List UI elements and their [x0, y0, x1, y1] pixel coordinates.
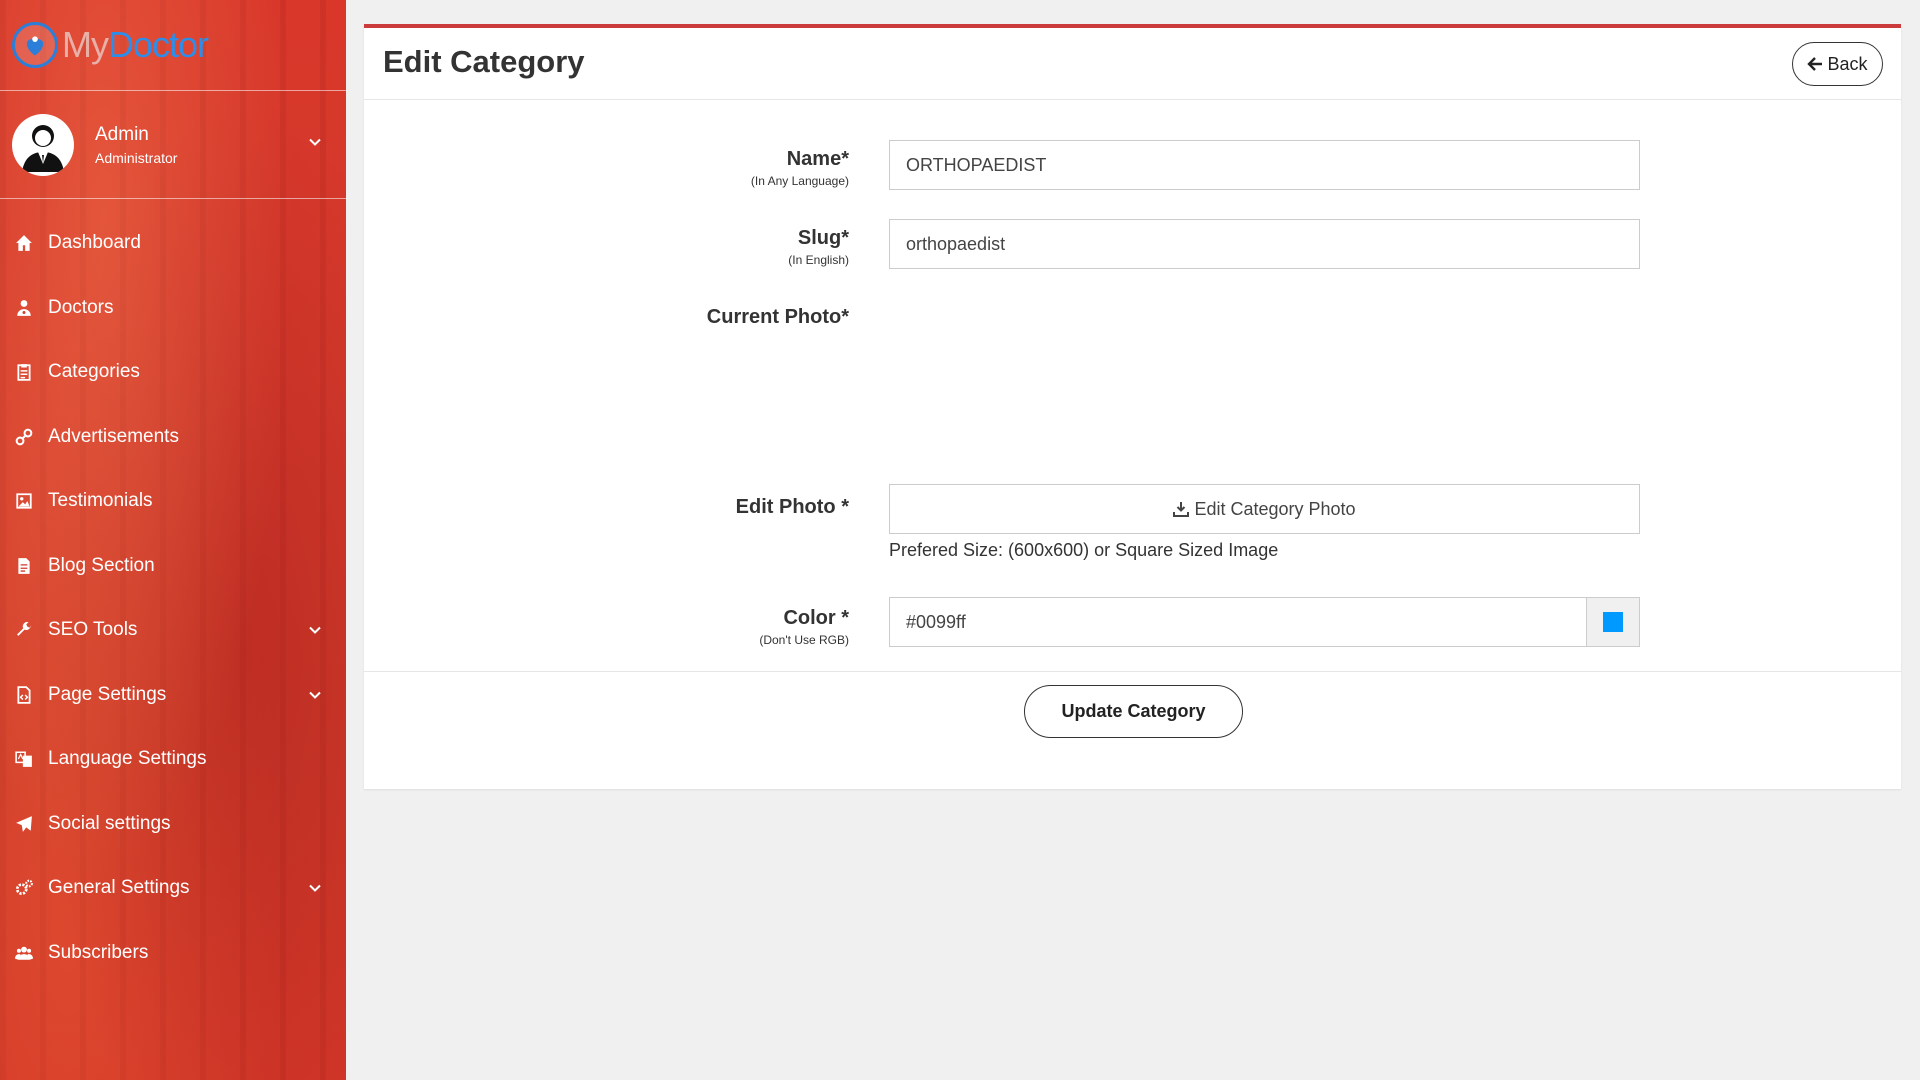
sidebar-item-dashboard[interactable]: Dashboard — [0, 211, 346, 276]
sidebar-item-label: Testimonials — [48, 490, 153, 512]
edit-category-panel: Edit Category Back Name* (In Any Languag… — [364, 24, 1901, 789]
current-photo-label: Current Photo* — [706, 306, 849, 328]
sidebar-item-label: Categories — [48, 361, 140, 383]
sidebar-item-label: Blog Section — [48, 554, 155, 576]
sidebar-item-label: Advertisements — [48, 425, 179, 447]
sidebar-item-testimonials[interactable]: Testimonials — [0, 469, 346, 534]
users-icon — [14, 943, 34, 963]
sidebar-menu: Dashboard Doctors Categories Advertisements… — [0, 199, 346, 985]
chevron-down-icon[interactable] — [308, 135, 322, 149]
back-button-label: Back — [1827, 53, 1868, 74]
clipboard-icon — [14, 362, 34, 382]
sidebar-item-categories[interactable]: Categories — [0, 340, 346, 405]
sidebar-item-label: Subscribers — [48, 941, 149, 963]
logo[interactable]: MyDoctor — [0, 0, 346, 91]
chevron-down-icon — [309, 627, 321, 635]
file-icon — [14, 556, 34, 576]
panel-footer — [364, 671, 1901, 672]
sidebar-item-label: Doctors — [48, 296, 114, 318]
user-panel[interactable]: Admin Administrator — [0, 91, 346, 199]
sidebar-item-doctors[interactable]: Doctors — [0, 276, 346, 341]
name-sublabel: (In Any Language) — [750, 174, 849, 188]
back-button[interactable]: Back — [1792, 42, 1883, 86]
sidebar-item-label: Social settings — [48, 812, 171, 834]
user-role: Administrator — [95, 149, 178, 166]
home-icon — [14, 233, 34, 253]
panel-header: Edit Category Back — [364, 28, 1901, 100]
sidebar-item-general-settings[interactable]: General Settings — [0, 856, 346, 921]
language-icon — [14, 749, 34, 769]
sidebar-item-label: Language Settings — [48, 748, 207, 770]
edit-photo-label: Edit Photo * — [735, 496, 849, 518]
chevron-down-icon — [309, 691, 321, 699]
color-sublabel: (Don't Use RGB) — [759, 633, 849, 647]
cogs-icon — [14, 878, 34, 898]
page-title: Edit Category — [383, 44, 585, 79]
color-input[interactable] — [890, 598, 1587, 646]
user-md-icon — [14, 298, 34, 318]
edit-photo-button-label: Edit Category Photo — [1194, 498, 1356, 519]
paper-plane-icon — [14, 814, 34, 834]
arrow-left-icon — [1807, 57, 1823, 71]
slug-input[interactable] — [889, 219, 1640, 269]
sidebar: MyDoctor Admin Administrator Dashboard Do… — [0, 0, 346, 1080]
download-icon — [1173, 502, 1190, 517]
edit-photo-button[interactable]: Edit Category Photo — [889, 484, 1640, 534]
slug-label: Slug* — [797, 227, 849, 249]
file-code-icon — [14, 685, 34, 705]
sidebar-item-label: SEO Tools — [48, 619, 138, 641]
logo-text-doctor: Doctor — [108, 24, 209, 65]
logo-icon — [12, 22, 58, 68]
photo-size-hint: Prefered Size: (600x600) or Square Sized… — [889, 540, 1279, 560]
user-name: Admin — [95, 123, 149, 145]
image-icon — [14, 491, 34, 511]
slug-sublabel: (In English) — [788, 253, 849, 267]
update-category-button[interactable]: Update Category — [1024, 685, 1243, 738]
color-label: Color * — [783, 607, 849, 629]
link-icon — [14, 427, 34, 447]
avatar — [12, 113, 74, 176]
wrench-icon — [14, 620, 34, 640]
color-picker — [889, 597, 1640, 647]
chevron-down-icon — [309, 885, 321, 893]
logo-text-my: My — [62, 24, 109, 65]
sidebar-item-label: Dashboard — [48, 232, 141, 254]
color-swatch — [1603, 612, 1623, 632]
sidebar-item-social-settings[interactable]: Social settings — [0, 792, 346, 857]
sidebar-item-label: Page Settings — [48, 683, 167, 705]
sidebar-item-label: General Settings — [48, 877, 190, 899]
sidebar-item-advertisements[interactable]: Advertisements — [0, 405, 346, 470]
color-picker-button[interactable] — [1587, 598, 1639, 646]
sidebar-item-subscribers[interactable]: Subscribers — [0, 921, 346, 986]
sidebar-item-language-settings[interactable]: Language Settings — [0, 727, 346, 792]
name-label: Name* — [786, 148, 849, 170]
sidebar-item-seo-tools[interactable]: SEO Tools — [0, 598, 346, 663]
logo-text: MyDoctor — [62, 24, 209, 66]
name-input[interactable] — [889, 140, 1640, 190]
sidebar-item-blog-section[interactable]: Blog Section — [0, 534, 346, 599]
sidebar-item-page-settings[interactable]: Page Settings — [0, 663, 346, 728]
